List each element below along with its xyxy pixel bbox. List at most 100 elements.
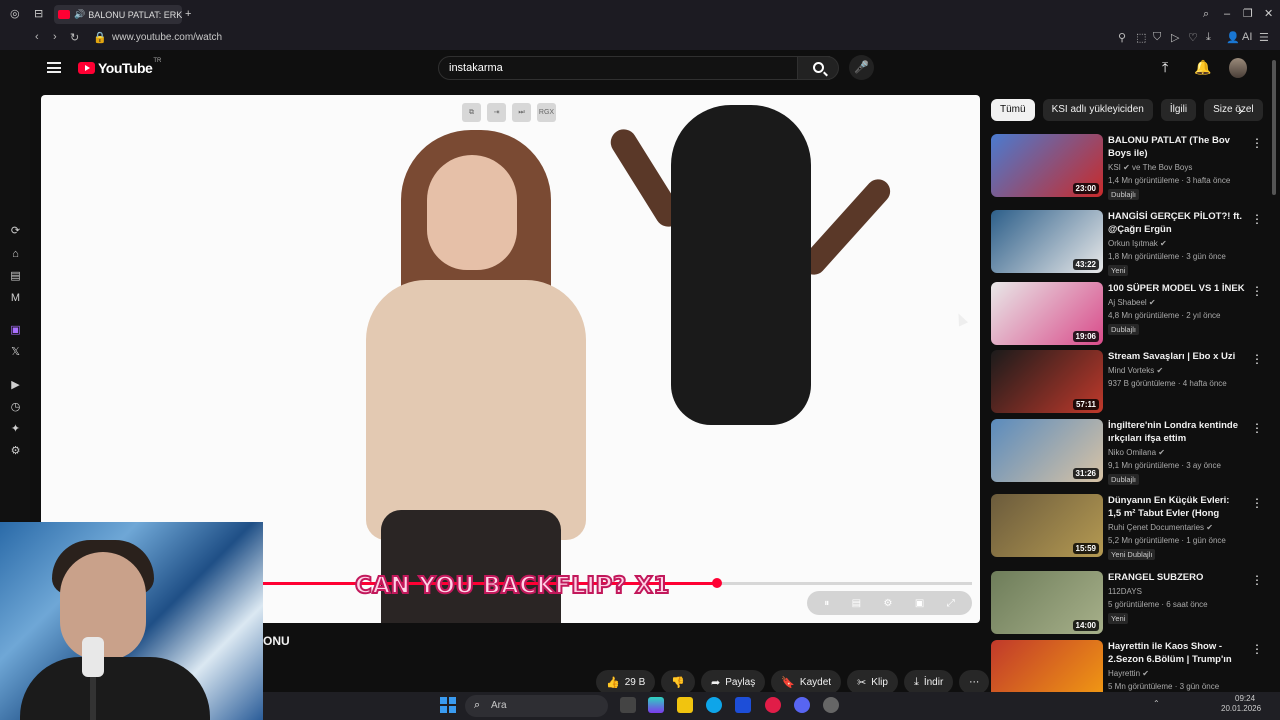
more-vert-icon[interactable]: ⋮ — [1251, 573, 1263, 587]
copilot-icon[interactable] — [648, 697, 664, 713]
recommendation-item[interactable]: 31:26 İngiltere'nin Londra kentinde ırkçı… — [991, 419, 1263, 485]
recommendation-channel[interactable]: Mind Vorteks ✔ — [1108, 365, 1163, 377]
recommendation-title[interactable]: 100 SÜPER MODEL VS 1 İNEK — [1108, 282, 1245, 295]
reload-icon[interactable]: ↻ — [70, 31, 79, 44]
more-vert-icon[interactable]: ⋮ — [1251, 212, 1263, 226]
chip[interactable]: İlgili — [1160, 99, 1197, 121]
avatar[interactable] — [1229, 58, 1247, 78]
pause-icon[interactable]: ⏸ — [824, 598, 829, 609]
exit-icon[interactable]: ⇥ — [487, 103, 506, 122]
video-thumbnail[interactable]: 14:00 — [991, 571, 1103, 634]
player-icon[interactable]: ▷ — [1171, 31, 1179, 44]
clock-icon[interactable]: ◷ — [9, 401, 22, 414]
extensions-icon[interactable]: ✦ — [9, 423, 22, 436]
share-button[interactable]: ➦ Paylaş — [700, 670, 766, 694]
recommendation-channel[interactable]: Ruhi Çenet Documentaries ✔ — [1108, 522, 1213, 534]
bell-icon[interactable]: 🔔 — [1194, 59, 1211, 76]
like-button[interactable]: 👍 29 B — [596, 670, 656, 694]
video-thumbnail[interactable]: 57:11 — [991, 350, 1103, 413]
skip-icon[interactable]: ⏭ — [512, 103, 531, 122]
bag-icon[interactable]: ⌂ — [9, 248, 22, 261]
recommendation-channel[interactable]: KSI ✔ ve The Bov Boys — [1108, 162, 1192, 174]
back-icon[interactable]: ‹ — [35, 31, 39, 43]
x-icon[interactable]: 𝕏 — [9, 346, 22, 359]
video-thumbnail[interactable]: 19:06 — [991, 282, 1103, 345]
progress-scrubber[interactable] — [711, 578, 722, 588]
popout-icon[interactable]: ⧉ — [462, 103, 481, 122]
subtitles-icon[interactable]: ▤ — [852, 598, 861, 609]
recommendation-item[interactable]: 19:06 100 SÜPER MODEL VS 1 İNEK Aj Shabeel… — [991, 282, 1263, 348]
hamburger-icon[interactable] — [47, 62, 61, 73]
recommendation-channel[interactable]: Aj Shabeel ✔ — [1108, 297, 1156, 309]
recommendation-item[interactable]: 43:22 HANGİSİ GERÇEK PİLOT?! ft. @Çağrı E… — [991, 210, 1263, 276]
recommendation-channel[interactable]: 112DAYS — [1108, 586, 1142, 598]
menu-icon[interactable]: ☰ — [1259, 31, 1269, 44]
recommendation-title[interactable]: Dünyanın En Küçük Evleri: 1,5 m² Tabut E… — [1108, 494, 1245, 520]
recommendation-title[interactable]: ERANGEL SUBZERO — [1108, 571, 1245, 584]
file-explorer-icon[interactable] — [677, 697, 693, 713]
rgx-icon[interactable]: RGX — [537, 103, 556, 122]
recommendation-title[interactable]: HANGİSİ GERÇEK PİLOT?! ft. @Çağrı Ergün — [1108, 210, 1245, 236]
tab-manager-icon[interactable]: ⊟ — [34, 6, 43, 22]
tray-chevron-icon[interactable]: ⌃ — [1153, 699, 1160, 708]
url-field[interactable]: www.youtube.com/watch — [112, 32, 222, 43]
chip[interactable]: Size özel — [1204, 99, 1263, 121]
recommendation-item[interactable]: 57:11 Stream Savaşları | Ebo x Uzi Mind Vo… — [991, 350, 1263, 416]
profile-icon[interactable]: 👤 — [1226, 31, 1240, 44]
app-icon[interactable] — [823, 697, 839, 713]
browser-tab-active[interactable]: 🔊 BALONU PATLAT: ERK — [54, 5, 182, 24]
history-icon[interactable]: ⟳ — [9, 225, 22, 238]
mic-icon[interactable]: 🎤 — [849, 55, 874, 80]
aria-ai-label[interactable]: AI — [1242, 31, 1252, 43]
maximize-icon[interactable]: ❐ — [1243, 6, 1253, 22]
more-vert-icon[interactable]: ⋮ — [1251, 421, 1263, 435]
video-thumbnail[interactable]: 15:59 — [991, 494, 1103, 557]
shield-icon[interactable]: ⛉ — [1153, 31, 1161, 44]
notes-icon[interactable]: ▤ — [9, 270, 22, 283]
edge-icon[interactable] — [706, 697, 722, 713]
forward-icon[interactable]: › — [53, 31, 57, 43]
close-window-icon[interactable]: ✕ — [1264, 6, 1273, 22]
player-sidebar-icon[interactable]: ▶ — [9, 379, 22, 392]
recommendation-title[interactable]: İngiltere'nin Londra kentinde ırkçıları … — [1108, 419, 1245, 445]
pin-icon[interactable]: ⚲ — [1118, 31, 1126, 44]
minimize-icon[interactable]: – — [1224, 6, 1230, 22]
fullscreen-icon[interactable]: ⤢ — [947, 598, 955, 609]
more-vert-icon[interactable]: ⋮ — [1251, 496, 1263, 510]
more-vert-icon[interactable]: ⋮ — [1251, 352, 1263, 366]
chip[interactable]: Tümü — [991, 99, 1035, 121]
chevron-right-icon[interactable]: › — [1238, 102, 1243, 118]
dislike-button[interactable]: 👎 — [661, 670, 695, 694]
save-button[interactable]: 🔖 Kaydet — [771, 670, 842, 694]
settings-gear-icon[interactable]: ⚙ — [884, 598, 893, 609]
recommendation-item[interactable]: 15:59 Dünyanın En Küçük Evleri: 1,5 m² Ta… — [991, 494, 1263, 560]
search-button[interactable] — [797, 56, 839, 80]
taskbar-search[interactable]: ⌕ Ara — [465, 695, 608, 717]
recommendation-channel[interactable]: Hayrettin ✔ — [1108, 668, 1149, 680]
recommendation-item[interactable]: 14:00 ERANGEL SUBZERO 112DAYS 5 görüntüleme… — [991, 571, 1263, 637]
heart-icon[interactable]: ♡ — [1188, 31, 1198, 44]
task-view-icon[interactable] — [620, 697, 636, 713]
recommendation-title[interactable]: Hayrettin ile Kaos Show - 2.Sezon 6.Bölü… — [1108, 640, 1245, 666]
opera-taskbar-icon[interactable] — [765, 697, 781, 713]
settings-icon[interactable]: ⚙ — [9, 445, 22, 458]
recommendation-title[interactable]: Stream Savaşları | Ebo x Uzi — [1108, 350, 1245, 363]
recommendation-item[interactable]: 23:00 BALONU PATLAT (The Bov Boys ile) KSI… — [991, 134, 1263, 200]
video-thumbnail[interactable]: 43:22 — [991, 210, 1103, 273]
scrollbar[interactable] — [1272, 60, 1276, 195]
twitch-icon[interactable]: ▣ — [9, 324, 22, 337]
snapshot-icon[interactable]: ⬚ — [1136, 31, 1146, 44]
chip[interactable]: KSI adlı yükleyiciden — [1042, 99, 1153, 121]
discord-icon[interactable] — [794, 697, 810, 713]
video-thumbnail[interactable]: 31:26 — [991, 419, 1103, 482]
more-vert-icon[interactable]: ⋮ — [1251, 284, 1263, 298]
recommendation-channel[interactable]: Niko Omilana ✔ — [1108, 447, 1165, 459]
opera-icon[interactable]: ◎ — [10, 6, 20, 22]
new-tab-button[interactable]: + — [185, 6, 191, 22]
windows-icon[interactable] — [440, 697, 456, 713]
recommendation-channel[interactable]: Orkun Işıtmak ✔ — [1108, 238, 1167, 250]
clip-button[interactable]: ✂ Klip — [847, 670, 898, 694]
upload-icon[interactable]: ⤒ — [1162, 59, 1168, 76]
store-icon[interactable] — [735, 697, 751, 713]
youtube-logo[interactable]: YouTube TR — [78, 58, 161, 76]
